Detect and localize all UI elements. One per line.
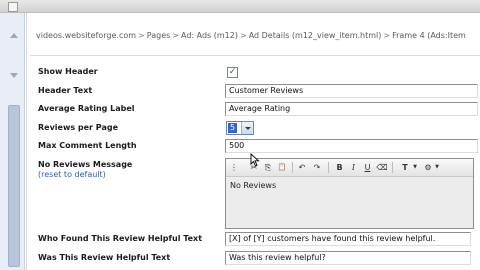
separator-line <box>30 55 480 56</box>
breadcrumb-separator: > <box>239 31 247 40</box>
window-icon <box>8 2 18 12</box>
toolbar-grip-icon: ⋮ <box>230 163 238 172</box>
average-rating-label-label: Average Rating Label <box>38 104 135 113</box>
chevron-down-icon[interactable]: ▼ <box>434 161 440 174</box>
header-text-label: Header Text <box>38 86 93 95</box>
browser-top-strip <box>0 0 480 13</box>
breadcrumb-item-ads[interactable]: Ad: Ads (m12) <box>181 31 238 40</box>
italic-button[interactable]: I <box>348 161 359 174</box>
copy-icon[interactable]: ⎘ <box>262 161 274 174</box>
underline-button[interactable]: U <box>362 161 373 174</box>
toolbar-separator <box>392 162 393 173</box>
reviews-per-page-label: Reviews per Page <box>38 123 118 132</box>
show-header-label: Show Header <box>38 67 98 76</box>
breadcrumb-item-frame[interactable]: Frame 4 (Ads:Item <box>392 31 466 40</box>
who-found-helpful-input[interactable]: [X] of [Y] customers have found this rev… <box>225 232 471 246</box>
scroll-down-arrow-icon[interactable] <box>10 73 18 78</box>
was-helpful-label: Was This Review Helpful Text <box>38 253 171 262</box>
breadcrumb: videos.websiteforge.com > Pages > Ad: Ads (m… <box>36 31 480 45</box>
no-reviews-message-editor[interactable]: ⋮ ✂ ⎘ 📋 ↶ ↷ B I U ⌫ T ▼ ⚙ ▼ No Reviews <box>225 158 474 229</box>
divider <box>26 13 27 270</box>
header-text-input[interactable]: Customer Reviews <box>225 84 478 98</box>
show-header-checkbox[interactable]: ✓ <box>227 67 238 78</box>
average-rating-label-input[interactable]: Average Rating <box>225 102 478 116</box>
reset-to-default-link[interactable]: (reset to default) <box>38 170 106 179</box>
mouse-pointer-icon <box>250 153 260 167</box>
bold-button[interactable]: B <box>334 161 345 174</box>
redo-icon[interactable]: ↷ <box>311 161 323 174</box>
reviews-per-page-select[interactable]: 5 <box>226 121 254 135</box>
paste-icon[interactable]: 📋 <box>276 161 288 174</box>
left-scroll-panel[interactable] <box>0 13 25 270</box>
spellcheck-icon[interactable]: ⚙ <box>422 161 434 174</box>
editor-toolbar: ⋮ ✂ ⎘ 📋 ↶ ↷ B I U ⌫ T ▼ ⚙ ▼ <box>226 159 473 177</box>
chevron-down-icon[interactable]: ▼ <box>412 161 418 174</box>
breadcrumb-item-pages[interactable]: Pages <box>147 31 171 40</box>
breadcrumb-separator: > <box>383 31 391 40</box>
scroll-up-arrow-icon[interactable] <box>10 33 18 38</box>
scrollbar-thumb[interactable] <box>8 105 20 267</box>
no-reviews-message-label: No Reviews Message <box>38 160 133 169</box>
text-format-icon[interactable]: T <box>398 161 412 174</box>
editor-content[interactable]: No Reviews <box>230 181 276 190</box>
eraser-icon[interactable]: ⌫ <box>376 161 388 174</box>
max-comment-length-label: Max Comment Length <box>38 141 137 150</box>
who-found-helpful-label: Who Found This Review Helpful Text <box>38 234 203 243</box>
max-comment-length-input[interactable]: 500 <box>225 139 478 153</box>
breadcrumb-separator: > <box>138 31 145 40</box>
breadcrumb-separator: > <box>172 31 179 40</box>
was-helpful-input[interactable]: Was this review helpful? <box>225 251 471 265</box>
breadcrumb-item-site[interactable]: videos.websiteforge.com <box>36 31 136 40</box>
toolbar-separator <box>292 162 293 173</box>
reviews-per-page-value: 5 <box>228 123 237 133</box>
breadcrumb-item-ad-details[interactable]: Ad Details (m12_view_item.html) <box>249 31 382 40</box>
toolbar-separator <box>328 162 329 173</box>
chevron-down-icon[interactable] <box>241 122 253 134</box>
undo-icon[interactable]: ↶ <box>296 161 308 174</box>
